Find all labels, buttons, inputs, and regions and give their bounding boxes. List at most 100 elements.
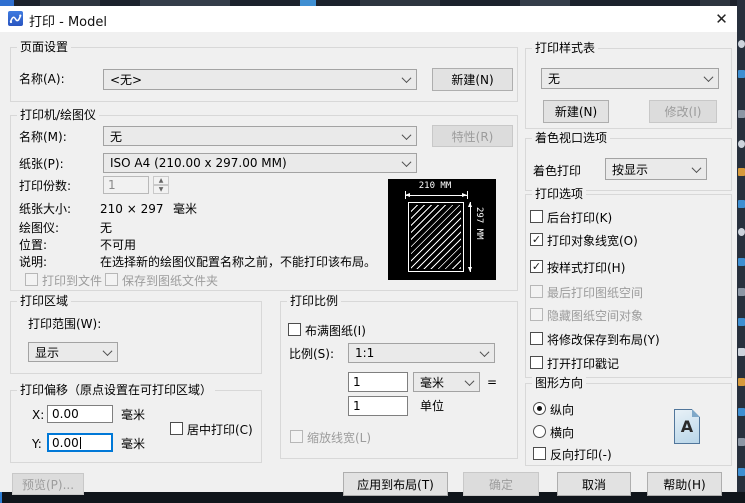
paper-width-dimension: 210 MM (418, 181, 452, 191)
copies-value: 1 (108, 178, 116, 192)
page-setup-new-button[interactable]: 新建(N) (432, 68, 513, 91)
center-plot-checkbox[interactable] (170, 422, 183, 435)
plot-upside-down-checkbox[interactable] (533, 447, 546, 460)
printer-name-combobox[interactable]: 无 (103, 126, 417, 146)
plot-style-combobox[interactable]: 无 (541, 68, 719, 89)
apply-to-layout-button[interactable]: 应用到布局(T) (343, 472, 448, 496)
copies-input: 1 (103, 176, 149, 194)
portrait-label: 纵向 (550, 403, 575, 417)
plotter-value: 无 (100, 221, 113, 235)
cancel-button[interactable]: 取消 (557, 472, 631, 496)
portrait-radio[interactable] (533, 402, 546, 415)
app-logo-icon (8, 11, 23, 26)
chevron-down-icon (401, 129, 412, 140)
radio-dot-icon (537, 406, 542, 411)
orientation-letter: A (680, 417, 694, 436)
save-changes-to-layout-checkbox[interactable] (530, 332, 543, 345)
scale-lineweight-checkbox (290, 430, 303, 443)
scale-units-label: 单位 (420, 399, 445, 413)
plot-offset-legend: 打印偏移（原点设置在可打印区域） (17, 383, 216, 398)
offset-x-label: X: (32, 408, 45, 422)
plot-range-label: 打印范围(W): (28, 317, 102, 331)
plot-scale-legend: 打印比例 (287, 294, 342, 309)
printer-legend: 打印机/绘图仪 (17, 108, 100, 123)
save-changes-to-layout-label: 将修改保存到布局(Y) (547, 333, 660, 347)
plot-lineweights-label: 打印对象线宽(O) (547, 234, 638, 248)
shade-plot-combobox[interactable]: 按显示 (605, 158, 707, 180)
copies-stepper[interactable]: ▲ ▼ (153, 176, 169, 194)
scale-combobox[interactable]: 1:1 (348, 343, 495, 363)
screen: 打印 - Model ✕ 页面设置 名称(A): <无> 新建(N) 打印机/绘… (0, 0, 745, 503)
scale-mm-input[interactable]: 1 (348, 372, 408, 392)
printer-name-label: 名称(M): (19, 130, 67, 144)
close-button[interactable]: ✕ (706, 6, 737, 32)
width-dimension-line (405, 195, 467, 196)
paper-size-label: 纸张大小: (19, 202, 72, 216)
plot-paperspace-last-label: 最后打印图纸空间 (547, 286, 644, 300)
height-dimension-line (470, 202, 471, 272)
plot-range-combobox[interactable]: 显示 (28, 342, 118, 362)
page-setup-legend: 页面设置 (17, 40, 72, 55)
paper-combobox[interactable]: ISO A4 (210.00 x 297.00 MM) (103, 153, 417, 173)
center-plot-label: 居中打印(C) (187, 423, 253, 437)
scale-mm-value: 1 (353, 375, 361, 389)
scale-unit-combobox[interactable]: 毫米 (413, 372, 480, 392)
where-value: 不可用 (100, 238, 137, 252)
check-icon: ✓ (531, 232, 542, 246)
stepper-up-icon[interactable]: ▲ (153, 176, 169, 185)
save-to-folder-checkbox (105, 273, 118, 286)
printer-properties-button: 特性(R) (432, 125, 513, 147)
page-setup-name-combobox[interactable]: <无> (103, 69, 417, 90)
print-dialog: 打印 - Model ✕ 页面设置 名称(A): <无> 新建(N) 打印机/绘… (0, 6, 737, 496)
orientation-legend: 图形方向 (532, 376, 587, 391)
paper-outline (408, 202, 464, 272)
chevron-down-icon (401, 156, 412, 167)
offset-x-input[interactable]: 0.00 (47, 405, 113, 423)
title-bar[interactable]: 打印 - Model ✕ (0, 6, 737, 32)
folded-corner-icon (692, 409, 700, 417)
plot-to-file-label: 打印到文件 (42, 274, 103, 288)
plot-style-edit-button: 修改(I) (649, 100, 717, 123)
chevron-down-icon (401, 73, 412, 84)
plot-style-legend: 打印样式表 (532, 41, 599, 56)
plot-lineweights-checkbox[interactable]: ✓ (530, 233, 543, 246)
plot-area-legend: 打印区域 (17, 294, 72, 309)
scale-unit-value: 毫米 (420, 375, 445, 390)
help-button[interactable]: 帮助(H) (647, 472, 722, 496)
fit-to-paper-checkbox[interactable] (288, 323, 301, 336)
plotter-label: 绘图仪: (19, 221, 60, 235)
paper-size-unit: 毫米 (173, 202, 198, 216)
plot-style-new-button[interactable]: 新建(N) (543, 100, 609, 123)
chevron-down-icon (479, 346, 490, 357)
scale-label: 比例(S): (289, 347, 335, 361)
landscape-radio[interactable] (533, 425, 546, 438)
preview-button: 预览(P)... (12, 473, 84, 495)
background-app-toolbar-right (737, 0, 745, 503)
copies-label: 打印份数: (19, 179, 72, 193)
orientation-paper-icon: A (674, 409, 700, 444)
plot-options-legend: 打印选项 (532, 187, 587, 202)
shade-plot-value: 按显示 (612, 162, 649, 177)
page-setup-name-value: <无> (110, 73, 143, 87)
fit-to-paper-label: 布满图纸(I) (305, 324, 366, 338)
paper-label: 纸张(P): (19, 157, 64, 171)
background-plot-checkbox[interactable] (530, 210, 543, 223)
plot-with-styles-checkbox[interactable]: ✓ (530, 260, 543, 273)
plot-style-value: 无 (548, 72, 561, 86)
offset-y-input[interactable]: 0.00 (47, 433, 113, 452)
scale-units-input[interactable]: 1 (348, 396, 408, 416)
save-to-folder-label: 保存到图纸文件夹 (122, 274, 219, 288)
page-setup-name-label: 名称(A): (19, 72, 65, 86)
offset-y-value: 0.00 (52, 435, 79, 450)
description-label: 说明: (19, 255, 48, 269)
hide-paperspace-objects-checkbox (530, 308, 543, 321)
paper-hatch-pattern (411, 205, 461, 269)
scale-lineweight-label: 缩放线宽(L) (307, 431, 372, 445)
shaded-viewport-legend: 着色视口选项 (532, 131, 611, 146)
chevron-down-icon (102, 345, 113, 356)
stepper-down-icon[interactable]: ▼ (153, 185, 169, 194)
offset-x-value: 0.00 (52, 407, 79, 421)
plot-stamp-checkbox[interactable] (530, 356, 543, 369)
plot-area-group: 打印区域 (10, 294, 262, 374)
plot-paperspace-last-checkbox (530, 285, 543, 298)
